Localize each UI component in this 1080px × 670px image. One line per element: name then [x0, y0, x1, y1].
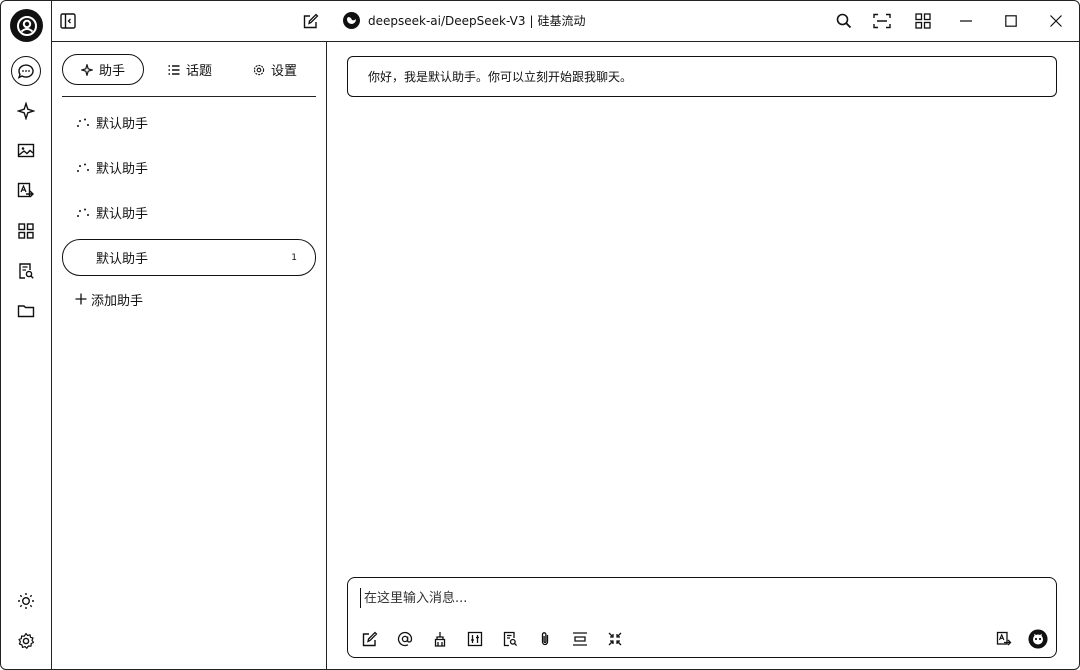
- chat-icon: [17, 64, 34, 79]
- minimize-button[interactable]: [952, 7, 980, 35]
- mention-model-button[interactable]: [395, 629, 415, 649]
- assistant-list: 默认助手 默认助手 默认助手 默认助手 1 添加助手: [62, 104, 316, 314]
- model-selector[interactable]: deepseek-ai/DeepSeek-V3 | 硅基流动: [343, 12, 586, 29]
- send-icon: [1028, 629, 1048, 649]
- nav-settings[interactable]: [11, 626, 41, 656]
- minimize-icon: [960, 20, 972, 22]
- theme-toggle[interactable]: [11, 586, 41, 616]
- expand-input-button[interactable]: [605, 629, 625, 649]
- tab-topics[interactable]: 话题: [168, 54, 212, 85]
- send-button[interactable]: [1028, 629, 1048, 649]
- nav-knowledge[interactable]: [11, 256, 41, 286]
- translate-icon: [996, 631, 1012, 646]
- model-logo-icon: [343, 12, 360, 29]
- tab-settings[interactable]: 设置: [253, 54, 297, 85]
- list-item[interactable]: 默认助手: [62, 104, 316, 141]
- model-settings-button[interactable]: [465, 629, 485, 649]
- new-chat-button[interactable]: [297, 7, 325, 35]
- tab-assistants[interactable]: 助手: [62, 54, 144, 85]
- model-name: deepseek-ai/DeepSeek-V3: [368, 13, 526, 28]
- add-assistant-button[interactable]: 添加助手: [62, 284, 316, 314]
- collapse-icon: [608, 632, 622, 646]
- search-icon: [836, 13, 852, 29]
- plus-icon: [75, 293, 87, 305]
- icon-rail: [1, 1, 52, 669]
- list-icon: [168, 64, 180, 75]
- loading-dots-icon: [77, 163, 89, 172]
- nav-image[interactable]: [11, 136, 41, 166]
- new-topic-button[interactable]: [360, 629, 380, 649]
- lines-icon: [573, 632, 587, 646]
- nav-files[interactable]: [11, 296, 41, 326]
- loading-dots-icon: [77, 208, 89, 217]
- topic-count-badge: 1: [291, 252, 297, 263]
- tab-label: 设置: [271, 64, 298, 79]
- maximize-icon: [1005, 15, 1017, 27]
- sparkle-icon: [80, 63, 93, 76]
- sidebar-toggle-icon: [60, 13, 76, 29]
- quick-phrases-button[interactable]: [570, 629, 590, 649]
- avatar-icon: [16, 15, 37, 36]
- assistant-name: 默认助手: [96, 207, 149, 222]
- grid-icon: [915, 13, 931, 29]
- loading-dots-icon: [77, 118, 89, 127]
- tab-label: 助手: [98, 64, 125, 79]
- close-icon: [1050, 15, 1062, 27]
- sparkle-icon: [17, 102, 35, 120]
- composer-actions: [994, 629, 1048, 649]
- layout-button[interactable]: [909, 7, 937, 35]
- greeting-text: 你好，我是默认助手。你可以立刻开始跟我聊天。: [368, 70, 633, 84]
- tab-label: 话题: [186, 64, 213, 79]
- translate-button[interactable]: [994, 629, 1014, 649]
- edit-icon: [303, 13, 319, 29]
- at-icon: [397, 631, 413, 647]
- provider-name: 硅基流动: [537, 14, 586, 28]
- doc-search-icon: [503, 631, 518, 647]
- panel-tabs: 助手 话题 设置: [62, 52, 316, 97]
- list-item[interactable]: 默认助手: [62, 149, 316, 186]
- app-window: deepseek-ai/DeepSeek-V3 | 硅基流动 助手 话题 设置 …: [0, 0, 1080, 670]
- nav-agents[interactable]: [11, 96, 41, 126]
- assistant-name: 默认助手: [96, 252, 149, 267]
- assistant-panel: 助手 话题 设置 默认助手 默认助手 默认助手 默认助手 1 添加助手: [52, 42, 327, 669]
- close-button[interactable]: [1042, 7, 1070, 35]
- sliders-icon: [467, 631, 483, 647]
- chat-area: 你好，我是默认助手。你可以立刻开始跟我聊天。: [328, 42, 1079, 669]
- assistant-name: 默认助手: [96, 162, 149, 177]
- composer-toolbar: [360, 629, 625, 649]
- translate-icon: [17, 182, 34, 198]
- maximize-button[interactable]: [997, 7, 1025, 35]
- gear-icon: [18, 632, 35, 649]
- image-icon: [17, 143, 35, 158]
- list-item[interactable]: 默认助手: [62, 194, 316, 231]
- nav-chat[interactable]: [11, 56, 41, 86]
- message-input[interactable]: [360, 588, 960, 608]
- fullscreen-button[interactable]: [868, 7, 896, 35]
- clear-context-button[interactable]: [430, 629, 450, 649]
- knowledge-base-button[interactable]: [500, 629, 520, 649]
- title-bar: deepseek-ai/DeepSeek-V3 | 硅基流动: [52, 1, 1079, 42]
- search-button[interactable]: [830, 7, 858, 35]
- add-assistant-label: 添加助手: [91, 293, 144, 309]
- folder-icon: [17, 305, 35, 318]
- model-separator: |: [529, 13, 534, 28]
- broom-icon: [434, 632, 446, 647]
- attach-file-button[interactable]: [535, 629, 555, 649]
- gear-icon: [253, 64, 265, 75]
- apps-icon: [18, 223, 34, 239]
- list-item-active[interactable]: 默认助手 1: [62, 239, 316, 276]
- nav-translate[interactable]: [11, 176, 41, 206]
- paperclip-icon: [541, 632, 549, 646]
- assistant-name: 默认助手: [96, 117, 149, 132]
- avatar[interactable]: [10, 9, 43, 42]
- expand-icon: [873, 13, 891, 29]
- nav-apps[interactable]: [11, 216, 41, 246]
- edit-icon: [362, 631, 378, 647]
- sun-icon: [18, 593, 34, 609]
- greeting-message: 你好，我是默认助手。你可以立刻开始跟我聊天。: [347, 56, 1057, 97]
- toggle-sidebar-button[interactable]: [54, 7, 82, 35]
- doc-search-icon: [19, 263, 34, 279]
- message-composer: [347, 577, 1057, 658]
